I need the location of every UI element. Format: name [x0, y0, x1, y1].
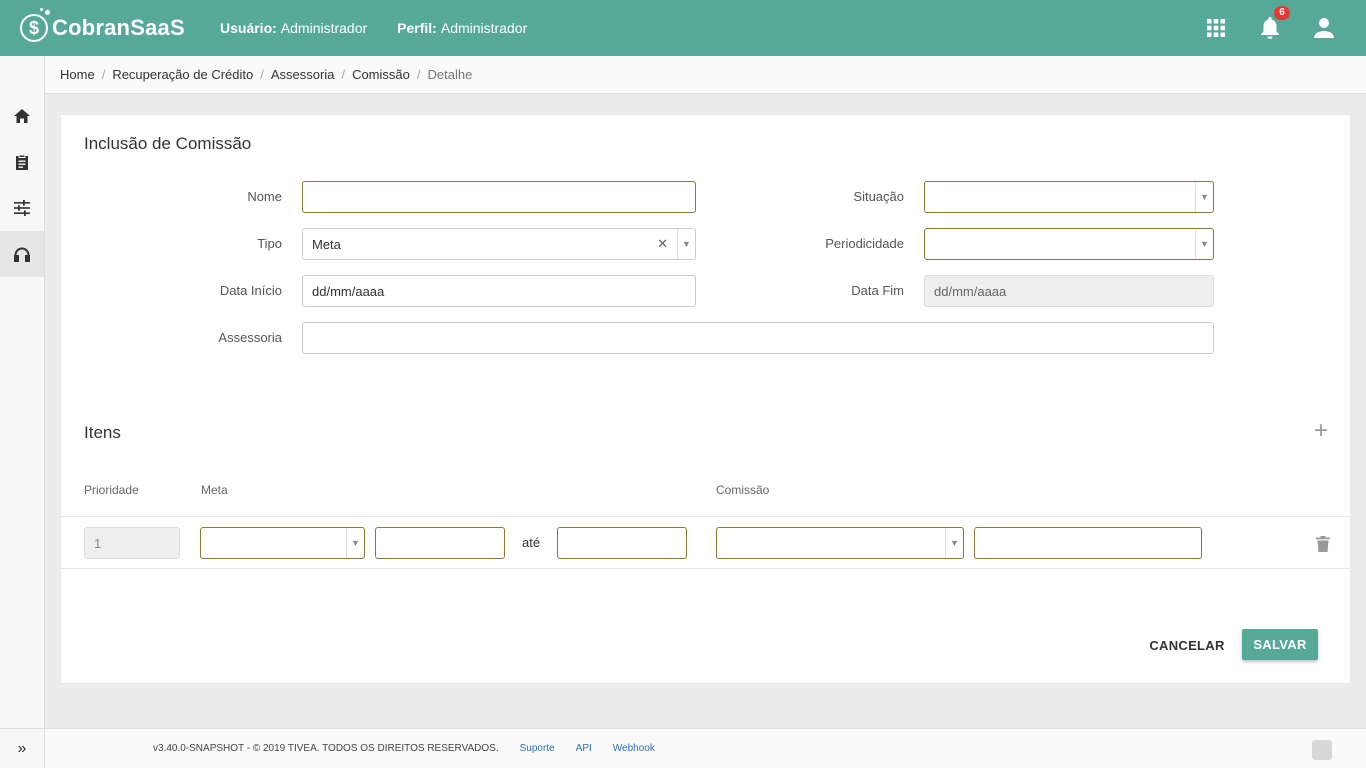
user-value: Administrador: [280, 20, 368, 36]
assessoria-label: Assessoria: [218, 330, 282, 345]
data-inicio-input[interactable]: dd/mm/aaaa: [302, 275, 696, 307]
situacao-label: Situação: [853, 189, 904, 204]
nome-label: Nome: [247, 189, 282, 204]
user-info-user: Usuário: Administrador: [220, 20, 367, 36]
logo-coin-icon: $: [20, 8, 50, 42]
brand-name: CobranSaaS: [52, 15, 185, 40]
trash-icon[interactable]: [1316, 536, 1330, 552]
top-icons: 6: [1174, 0, 1336, 56]
row-divider: [61, 568, 1350, 569]
brand-logo[interactable]: $ CobranSaaS: [20, 8, 220, 42]
meta-de-input[interactable]: [375, 527, 505, 559]
comissao-tipo-select[interactable]: ▼: [716, 527, 964, 559]
user-info: Usuário: Administrador Perfil: Administrad…: [220, 20, 557, 36]
user-info-profile: Perfil: Administrador: [397, 20, 527, 36]
commission-form-card: Inclusão de Comissão Nome Tipo Meta ✕ ▼ …: [60, 114, 1351, 684]
chevron-down-icon[interactable]: ▼: [1195, 229, 1213, 259]
col-prioridade: Prioridade: [84, 483, 139, 497]
data-fim-input: dd/mm/aaaa: [924, 275, 1214, 307]
chevron-down-icon[interactable]: ▼: [677, 229, 695, 259]
ate-label: até: [522, 535, 541, 550]
user-label: Usuário:: [220, 20, 277, 36]
col-comissao: Comissão: [716, 483, 770, 497]
save-button[interactable]: SALVAR: [1242, 629, 1318, 660]
meta-ate-input[interactable]: [557, 527, 687, 559]
comissao-valor-input[interactable]: [974, 527, 1202, 559]
col-meta: Meta: [201, 483, 228, 497]
sidebar-item-settings[interactable]: [0, 185, 44, 231]
tipo-selected-value: Meta: [312, 236, 341, 252]
profile-label: Perfil:: [397, 20, 437, 36]
footer-version: v3.40.0-SNAPSHOT - © 2019 TIVEA. TODOS O…: [153, 743, 499, 754]
sidebar: »: [0, 56, 45, 768]
double-chevron-right-icon: »: [17, 739, 27, 757]
nome-input[interactable]: [302, 181, 696, 213]
breadcrumb-recuperacao[interactable]: Recuperação de Crédito: [112, 67, 253, 82]
footer: v3.40.0-SNAPSHOT - © 2019 TIVEA. TODOS O…: [45, 728, 1366, 768]
user-icon[interactable]: [1312, 16, 1336, 40]
page-title: Inclusão de Comissão: [84, 134, 252, 153]
chevron-down-icon[interactable]: ▼: [346, 528, 364, 558]
data-fim-label: Data Fim: [851, 283, 904, 298]
data-inicio-label: Data Início: [219, 283, 282, 298]
itens-title: Itens: [84, 423, 121, 442]
sidebar-item-assessoria[interactable]: [0, 231, 44, 277]
clipboard-icon: [16, 155, 28, 170]
prioridade-input: 1: [84, 527, 180, 559]
breadcrumb-detalhe: Detalhe: [427, 67, 473, 82]
meta-tipo-select[interactable]: ▼: [200, 527, 365, 559]
notification-badge: 6: [1274, 6, 1290, 20]
footer-link-suporte[interactable]: Suporte: [520, 743, 555, 754]
breadcrumb: Home / Recuperação de Crédito / Assessoria…: [45, 56, 1366, 94]
footer-link-webhook[interactable]: Webhook: [613, 743, 655, 754]
profile-value: Administrador: [440, 20, 528, 36]
row-divider: [61, 516, 1350, 517]
sliders-icon: [14, 200, 30, 216]
assessoria-input[interactable]: [302, 322, 1214, 354]
breadcrumb-assessoria[interactable]: Assessoria: [271, 67, 335, 82]
apps-grid-icon[interactable]: [1204, 16, 1228, 40]
periodicidade-select[interactable]: ▼: [924, 228, 1214, 260]
tipo-select[interactable]: Meta ✕ ▼: [302, 228, 696, 260]
breadcrumb-home[interactable]: Home: [60, 67, 95, 82]
top-bar: $ CobranSaaS Usuário: Administrador Perfi…: [0, 0, 1366, 56]
home-icon: [14, 109, 30, 123]
periodicidade-label: Periodicidade: [825, 236, 904, 251]
tivea-logo-icon: [1312, 740, 1332, 760]
chevron-down-icon[interactable]: ▼: [1195, 182, 1213, 212]
footer-link-api[interactable]: API: [576, 743, 592, 754]
sidebar-expand-button[interactable]: »: [0, 728, 44, 768]
chevron-down-icon[interactable]: ▼: [945, 528, 963, 558]
tipo-label: Tipo: [257, 236, 282, 251]
sidebar-item-home[interactable]: [0, 93, 44, 139]
breadcrumb-comissao[interactable]: Comissão: [352, 67, 410, 82]
situacao-select[interactable]: ▼: [924, 181, 1214, 213]
clear-icon[interactable]: ✕: [657, 236, 668, 252]
cancel-button[interactable]: CANCELAR: [1146, 630, 1228, 660]
sidebar-item-clipboard[interactable]: [0, 139, 44, 185]
headset-icon: [14, 247, 30, 262]
bell-icon[interactable]: 6: [1258, 6, 1290, 40]
add-item-plus-icon[interactable]: +: [1314, 419, 1328, 443]
